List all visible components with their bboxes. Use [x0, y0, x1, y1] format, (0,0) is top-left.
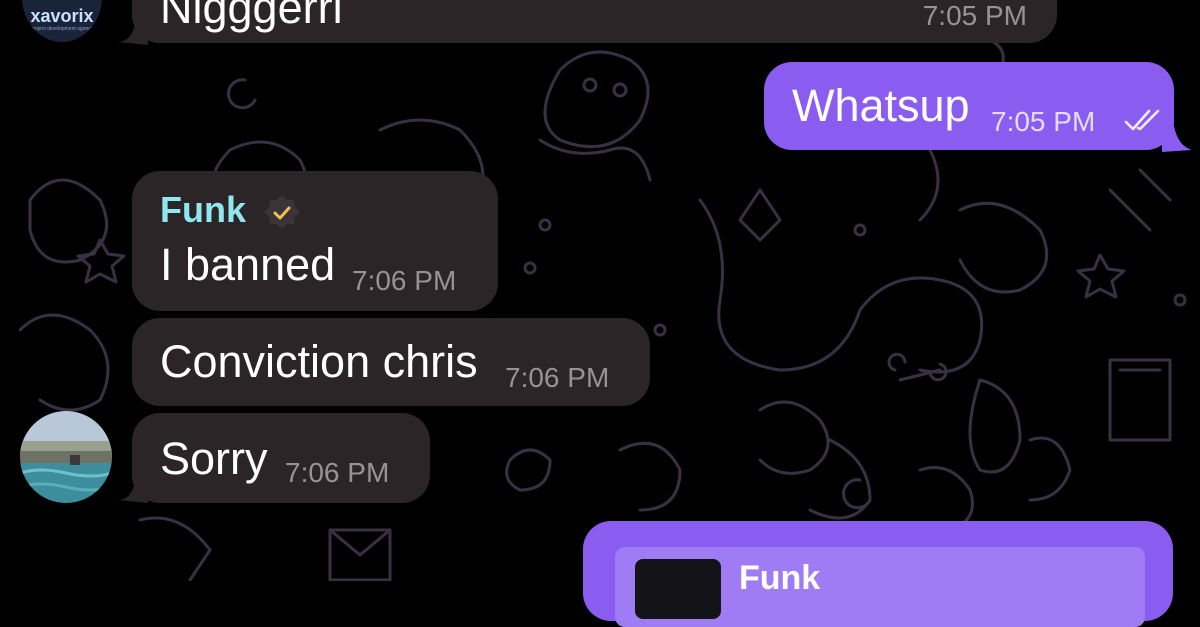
message-time: 7:06 PM: [505, 362, 610, 393]
message-text: Whatsup: [792, 80, 970, 131]
message-bubble-incoming[interactable]: Nigggerri 7:05 PM: [132, 0, 1057, 43]
bubble-tail: [1162, 126, 1192, 152]
avatar-photo[interactable]: [20, 411, 112, 503]
double-check-icon: [1124, 109, 1160, 131]
message-bubble-incoming[interactable]: Conviction chris 7:06 PM: [132, 318, 650, 406]
message-time: 7:06 PM: [352, 265, 457, 296]
avatar-image: [20, 411, 112, 503]
message-bubble-incoming[interactable]: Sorry 7:06 PM: [132, 413, 430, 503]
avatar-logo-subtext: project development agency: [30, 26, 94, 32]
reply-thumbnail: [635, 559, 721, 619]
message-text: Sorry: [160, 433, 268, 484]
verified-badge-icon: [264, 195, 300, 229]
message-bubble-outgoing-reply[interactable]: Funk: [583, 521, 1173, 627]
message-time: 7:05 PM: [922, 0, 1027, 31]
message-time: 7:05 PM: [991, 106, 1096, 137]
bubble-tail: [118, 20, 148, 45]
avatar-logo-text: xavorix: [30, 6, 94, 26]
reply-sender-name: Funk: [739, 559, 821, 597]
message-bubble-incoming[interactable]: Funk I banned 7:06 PM: [132, 171, 498, 311]
message-text: Nigggerri: [160, 0, 343, 33]
message-bubble-outgoing[interactable]: Whatsup 7:05 PM: [764, 62, 1174, 150]
reply-preview[interactable]: Funk: [615, 547, 1145, 627]
message-text: Conviction chris: [160, 336, 478, 387]
bubble-tail: [118, 478, 148, 503]
message-text: I banned: [160, 239, 336, 290]
message-time: 7:06 PM: [285, 457, 390, 488]
sender-name[interactable]: Funk: [160, 189, 246, 231]
